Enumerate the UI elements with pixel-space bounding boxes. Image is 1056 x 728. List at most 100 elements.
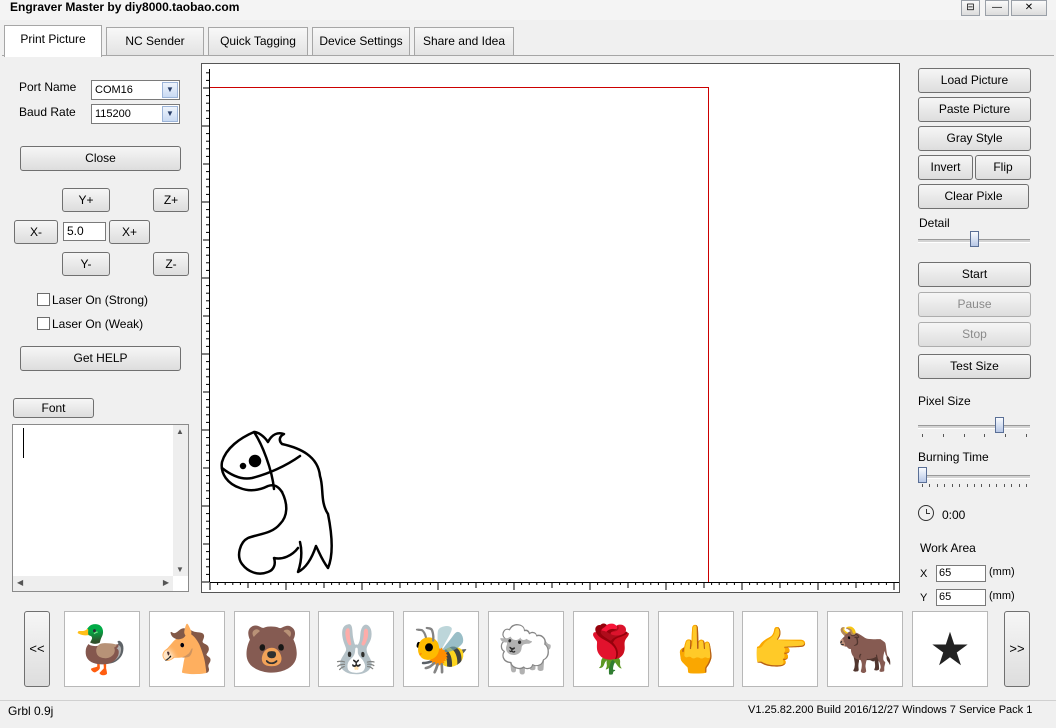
tab-share-and-idea[interactable]: Share and Idea [414, 27, 514, 55]
scroll-up-icon[interactable]: ▲ [176, 427, 184, 436]
status-bar-divider [0, 700, 1056, 701]
rose-picture[interactable]: 🌹 [572, 611, 649, 687]
chevron-down-icon[interactable]: ▼ [162, 106, 178, 122]
bull-picture[interactable]: 🐂 [827, 611, 904, 687]
get-help-button[interactable]: Get HELP [20, 346, 181, 371]
engrave-canvas[interactable] [201, 63, 900, 593]
text-input-area[interactable]: ▲ ▼ ◀ ▶ [12, 424, 189, 592]
work-area-x-unit: (mm) [989, 566, 1015, 578]
work-area-x-input[interactable]: 65 [936, 565, 986, 582]
slider-tick [1026, 484, 1027, 487]
slider-tick [951, 484, 953, 487]
pixel-size-slider[interactable] [918, 416, 1030, 440]
bear-picture[interactable]: 🐻 [233, 611, 310, 687]
x-plus-button[interactable]: X+ [109, 220, 150, 244]
rabbit-soldier-picture[interactable]: 🐰 [318, 611, 395, 687]
status-firmware: Grbl 0.9j [8, 704, 54, 718]
star-mascot-picture[interactable]: ★ [912, 611, 988, 687]
close-port-button[interactable]: Close [20, 146, 181, 171]
detail-label: Detail [919, 216, 950, 230]
gallery-next-button[interactable]: >> [1004, 611, 1030, 687]
work-area-y-label: Y [920, 592, 928, 604]
chevron-down-icon[interactable]: ▼ [162, 82, 178, 98]
scroll-right-icon[interactable]: ▶ [163, 578, 169, 587]
pause-button[interactable]: Pause [918, 292, 1031, 317]
laser-strong-checkbox[interactable] [37, 293, 50, 306]
work-area-y-input[interactable]: 65 [936, 589, 986, 606]
tab-nc-sender[interactable]: NC Sender [106, 27, 204, 55]
baud-rate-select[interactable]: 115200 ▼ [91, 104, 180, 124]
y-plus-button[interactable]: Y+ [62, 188, 110, 212]
slider-tick [1003, 484, 1005, 487]
tab-quick-tagging[interactable]: Quick Tagging [208, 27, 308, 55]
pony-color-picture[interactable]: 🐴 [148, 611, 225, 687]
clear-pixle-button[interactable]: Clear Pixle [918, 184, 1029, 209]
laser-strong-label: Laser On (Strong) [52, 293, 149, 307]
slider-tick [988, 484, 990, 487]
slider-tick [981, 484, 983, 487]
z-minus-button[interactable]: Z- [153, 252, 189, 276]
start-button[interactable]: Start [918, 262, 1031, 287]
bee-picture[interactable]: 🐝 [403, 611, 480, 687]
test-size-button[interactable]: Test Size [918, 354, 1031, 379]
slider-tick [996, 484, 998, 487]
detail-slider-thumb[interactable] [970, 231, 979, 247]
work-area-x-label: X [920, 568, 928, 580]
rabbit-soldier-icon: 🐰 [327, 622, 386, 676]
pixel-size-label: Pixel Size [918, 394, 971, 408]
burning-time-slider-thumb[interactable] [918, 467, 927, 483]
slider-tick [936, 484, 938, 487]
tab-print-picture[interactable]: Print Picture [4, 25, 102, 57]
sheep-icon: 🐑 [497, 622, 555, 676]
gallery-prev-button[interactable]: << [24, 611, 50, 687]
status-version: V1.25.82.200 Build 2016/12/27 Windows 7 … [748, 704, 1033, 716]
slider-tick [1026, 434, 1027, 437]
detail-slider[interactable] [918, 230, 1030, 252]
pony-color-icon: 🐴 [158, 622, 216, 676]
middle-finger-picture[interactable]: 🖕 [657, 611, 734, 687]
paste-picture-button[interactable]: Paste Picture [918, 97, 1031, 122]
gray-style-button[interactable]: Gray Style [918, 126, 1031, 151]
vertical-scrollbar[interactable]: ▲ ▼ [173, 425, 188, 576]
work-area-label: Work Area [920, 541, 976, 555]
port-name-select[interactable]: COM16 ▼ [91, 80, 180, 100]
slider-tick [929, 484, 931, 487]
baud-rate-value: 115200 [95, 108, 131, 120]
z-plus-button[interactable]: Z+ [153, 188, 189, 212]
font-button[interactable]: Font [13, 398, 94, 418]
horizontal-scrollbar[interactable]: ◀ ▶ [13, 576, 173, 591]
load-picture-button[interactable]: Load Picture [918, 68, 1031, 93]
pointing-hand-picture[interactable]: 👉 [742, 611, 819, 687]
slider-tick [922, 434, 923, 437]
slider-tick [984, 434, 986, 437]
laser-weak-checkbox[interactable] [37, 317, 50, 330]
flip-button[interactable]: Flip [975, 155, 1031, 180]
baud-rate-label: Baud Rate [19, 105, 76, 119]
pixel-size-slider-track [918, 425, 1030, 429]
x-minus-button[interactable]: X- [14, 220, 58, 244]
y-minus-button[interactable]: Y- [62, 252, 110, 276]
slider-tick [942, 434, 944, 437]
port-name-value: COM16 [95, 84, 133, 96]
scroll-left-icon[interactable]: ◀ [17, 578, 23, 587]
burning-time-slider[interactable] [918, 466, 1030, 490]
invert-button[interactable]: Invert [918, 155, 973, 180]
restore-icon[interactable]: ⊟ [961, 0, 980, 16]
sheep-picture[interactable]: 🐑 [488, 611, 564, 687]
star-mascot-icon: ★ [929, 622, 971, 676]
port-name-label: Port Name [19, 80, 77, 94]
duck-picture[interactable]: 🦆 [64, 611, 140, 687]
tab-device-settings[interactable]: Device Settings [312, 27, 410, 55]
slider-tick [963, 434, 965, 437]
window-title: Engraver Master by diy8000.taobao.com [10, 0, 240, 14]
step-size-input[interactable]: 5.0 [63, 222, 106, 241]
stop-button[interactable]: Stop [918, 322, 1031, 347]
close-window-button[interactable]: ✕ [1011, 0, 1047, 16]
slider-tick [974, 484, 975, 487]
bottom-ruler [209, 582, 895, 590]
pixel-size-slider-thumb[interactable] [995, 417, 1004, 433]
scroll-down-icon[interactable]: ▼ [176, 565, 184, 574]
work-area-y-unit: (mm) [989, 590, 1015, 602]
text-cursor [23, 428, 24, 458]
minimize-button[interactable]: — [985, 0, 1009, 16]
